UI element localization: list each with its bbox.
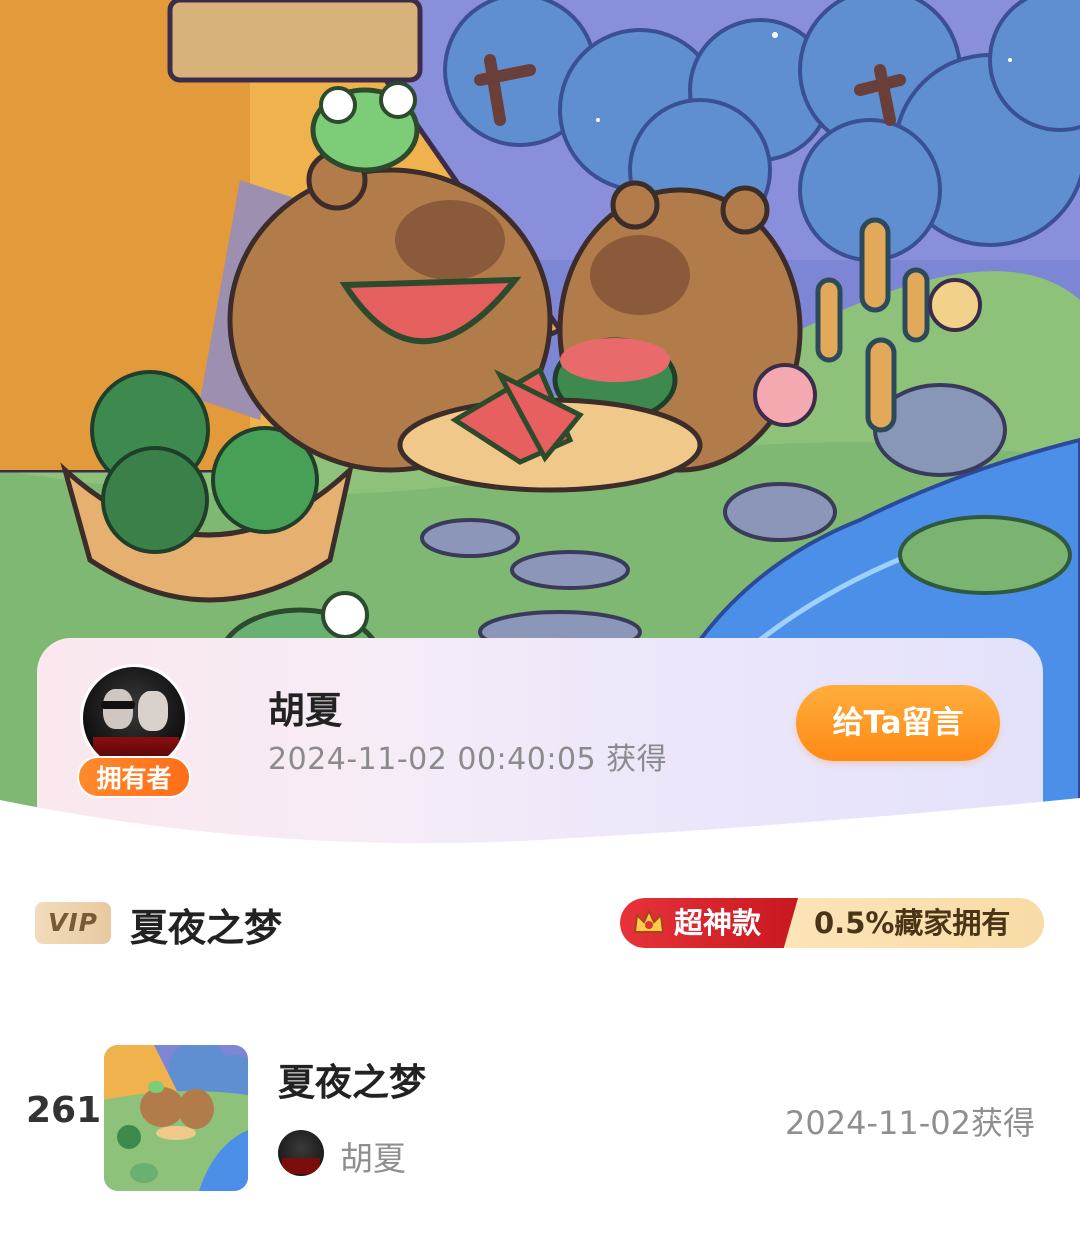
acquired-time: 2024-11-02 00:40:05 获得 <box>268 742 668 777</box>
rarity-label: 超神款 <box>674 906 762 940</box>
list-owner-name[interactable]: 胡夏 <box>340 1132 406 1180</box>
list-item-title: 夏夜之梦 <box>278 1061 426 1104</box>
vip-badge: VIP <box>35 902 111 944</box>
leave-message-button[interactable]: 给Ta留言 <box>796 685 1000 761</box>
rank-number: 261 <box>26 1090 102 1131</box>
artwork-thumbnail[interactable] <box>104 1045 248 1191</box>
card-wave-divider <box>0 798 1080 900</box>
crown-icon <box>633 908 665 933</box>
rarity-badge[interactable]: 超神款 0.5%藏家拥有 <box>620 898 1044 948</box>
owner-badge: 拥有者 <box>77 756 191 798</box>
rarity-share: 0.5%藏家拥有 <box>814 906 1011 940</box>
list-acquired-date: 2024-11-02获得 <box>785 1104 1035 1142</box>
list-owner-avatar[interactable] <box>278 1130 324 1176</box>
item-title: 夏夜之梦 <box>130 906 283 950</box>
owner-name[interactable]: 胡夏 <box>268 680 342 734</box>
